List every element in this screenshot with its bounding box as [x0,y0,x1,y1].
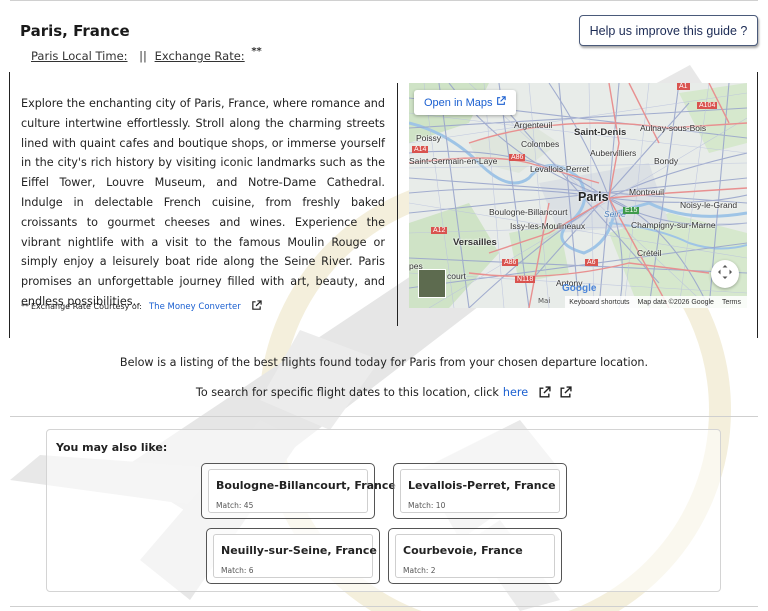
courtesy-text: Exchange Rate Courtesy of: [31,302,142,311]
suggestion-name: Courbevoie, France [403,544,523,557]
map-label-argenteuil: Argenteuil [514,120,553,130]
suggestion-card[interactable]: Courbevoie, France Match: 2 [388,528,562,584]
city-map[interactable]: Argenteuil Saint-Denis Aulnay-sous-Bois … [409,83,747,308]
open-in-maps-button[interactable]: Open in Maps [414,90,517,115]
external-link-icon[interactable] [538,386,551,399]
map-label-versailles: Versailles [453,237,497,248]
external-link-icon[interactable] [559,386,572,399]
also-like-panel: You may also like: Boulogne-Billancourt,… [46,429,721,592]
info-separator: || [139,49,147,63]
road-e15: E15 [623,207,640,214]
flights-listing-text: Below is a listing of the best flights f… [119,356,649,369]
road-a86b: A86 [502,259,519,266]
right-border [757,72,758,338]
info-subline: Paris Local Time: || Exchange Rate: ** [31,46,262,63]
page-title: Paris, France [20,22,130,40]
also-like-heading: You may also like: [56,441,168,454]
external-link-icon[interactable] [251,300,262,313]
map-label-bondy: Bondy [654,156,679,166]
map-label-creteil: Créteil [637,248,662,258]
fullscreen-toggle[interactable] [711,260,739,288]
road-a104: A104 [697,102,718,109]
map-label-saint-denis: Saint-Denis [574,127,627,138]
map-label-montreuil: Montreuil [629,187,664,197]
map-mai-text: Mai [538,297,551,305]
suggestion-match: Match: 2 [403,566,436,575]
search-prefix: To search for specific flight dates to t… [195,386,499,399]
suggestion-name: Neuilly-sur-Seine, France [221,544,377,557]
road-a6: A6 [585,259,598,266]
map-label-issy: Issy-les-Moulineaux [510,221,586,231]
map-label-paris: Paris [578,190,609,204]
center-divider [397,83,398,326]
road-a86: A86 [509,154,526,161]
suggestion-name: Levallois-Perret, France [408,479,556,492]
section-divider [10,416,758,417]
open-in-maps-label: Open in Maps [424,96,493,109]
google-logo-text: Google [562,283,597,294]
map-label-levallois: Levallois-Perret [530,164,590,174]
search-dates-line: To search for specific flight dates to t… [0,386,768,399]
keyboard-shortcuts-link[interactable]: Keyboard shortcuts [569,299,629,306]
suggestion-name: Boulogne-Billancourt, France [216,479,396,492]
road-n118: N118 [515,276,536,283]
map-label-champigny: Champigny-sur-Marne [631,220,716,230]
map-label-noisy: Noisy-le-Grand [680,200,738,210]
road-a12: A12 [431,227,448,234]
road-a1: A1 [677,83,690,90]
map-label-court: court [447,271,466,281]
suggestion-match: Match: 45 [216,501,254,510]
city-description: Explore the enchanting city of Paris, Fr… [21,97,385,308]
local-time-label[interactable]: Paris Local Time: [31,49,128,63]
map-label-aulnay: Aulnay-sous-Bois [640,123,707,133]
external-link-icon [496,96,507,109]
top-divider [10,0,758,1]
map-label-saint-germain: Saint-Germain-en-Laye [409,156,498,166]
satellite-view-toggle[interactable] [418,269,446,298]
road-a14: A14 [412,146,429,153]
suggestion-match: Match: 6 [221,566,254,575]
map-label-colombes: Colombes [521,139,560,149]
map-footer: Keyboard shortcuts Map data ©2026 Google… [565,296,747,308]
search-here-link[interactable]: here [503,386,528,399]
google-logo: Google [562,283,596,294]
suggestion-card[interactable]: Levallois-Perret, France Match: 10 [393,463,567,519]
bottom-divider [10,606,758,607]
exchange-rate-marker: ** [251,46,262,57]
map-data-attribution: Map data ©2026 Google [637,298,714,306]
exchange-courtesy: ** Exchange Rate Courtesy of: The Money … [21,300,262,313]
map-label-boulogne: Boulogne-Billancourt [489,207,568,217]
map-label-aubervilliers: Aubervilliers [590,148,637,158]
suggestion-card[interactable]: Neuilly-sur-Seine, France Match: 6 [206,528,380,584]
suggestion-match: Match: 10 [408,501,446,510]
expand-arrows-icon [717,264,733,284]
money-converter-link[interactable]: The Money Converter [149,302,241,312]
help-improve-button[interactable]: Help us improve this guide ? [579,15,758,46]
left-border [9,72,10,338]
map-label-poissy: Poissy [416,133,442,143]
suggestion-card[interactable]: Boulogne-Billancourt, France Match: 45 [201,463,396,519]
courtesy-marker: ** [21,302,29,311]
map-terms-link[interactable]: Terms [722,299,741,306]
exchange-rate-label[interactable]: Exchange Rate: [155,49,245,63]
